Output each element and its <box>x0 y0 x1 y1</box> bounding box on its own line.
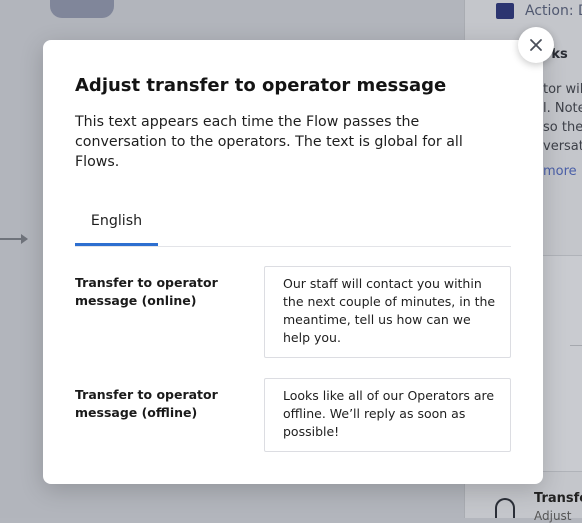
modal-title: Adjust transfer to operator message <box>75 75 447 96</box>
flow-connector-arrow <box>0 234 28 244</box>
flow-node <box>50 0 114 18</box>
tab-english[interactable]: English <box>75 200 158 246</box>
offline-message-label: Transfer to operator message (offline) <box>75 387 218 420</box>
transfer-subtitle: Adjust <box>534 509 572 523</box>
close-button[interactable] <box>518 27 554 63</box>
language-tabs: English <box>75 200 511 247</box>
modal-description: This text appears each time the Flow pas… <box>75 114 463 170</box>
online-message-input[interactable]: Our staff will contact you within the ne… <box>264 266 511 358</box>
transfer-title: Transfe <box>534 491 582 506</box>
headset-icon <box>495 498 515 518</box>
more-link: more <box>543 164 577 179</box>
divider <box>570 345 582 346</box>
panel-description: tor will l. Note so the versat <box>543 82 582 154</box>
online-message-label: Transfer to operator message (online) <box>75 275 218 308</box>
transfer-message-modal: Adjust transfer to operator message This… <box>43 40 543 484</box>
tab-label: English <box>90 213 143 229</box>
close-icon <box>530 39 542 51</box>
action-icon <box>496 3 514 19</box>
offline-message-input[interactable]: Looks like all of our Operators are offl… <box>264 378 511 452</box>
action-label: Action: D <box>525 3 582 19</box>
